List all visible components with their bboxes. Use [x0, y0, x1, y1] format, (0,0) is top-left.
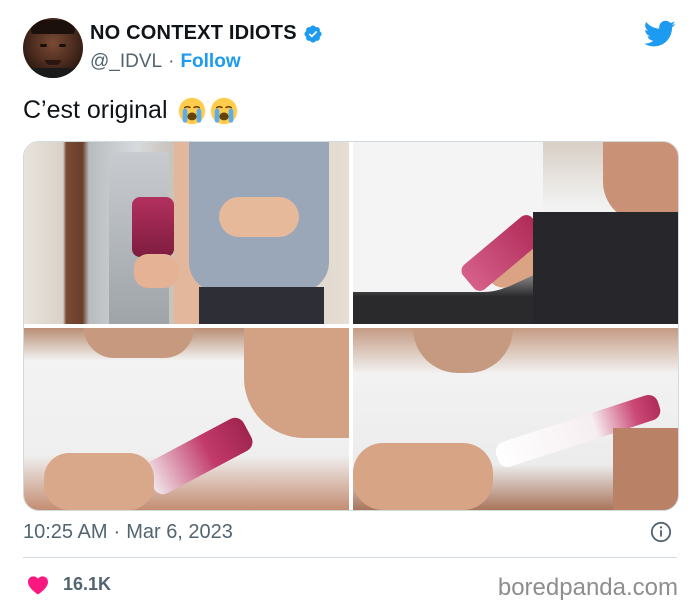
info-icon[interactable] — [650, 521, 672, 543]
handle-separator: · — [168, 51, 175, 72]
photo-arm — [613, 428, 678, 510]
display-name-row: NO CONTEXT IDIOTS — [90, 22, 323, 45]
photo-face — [413, 328, 513, 373]
watermark: boredpanda.com — [497, 574, 678, 601]
follow-button[interactable]: Follow — [180, 51, 240, 73]
avatar-shirt — [23, 68, 83, 78]
handle[interactable]: @_IDVL — [90, 51, 162, 73]
like-action[interactable]: 16.1K — [27, 574, 111, 595]
photo-popsicle — [132, 197, 174, 257]
verified-badge-icon — [304, 24, 322, 43]
avatar-mouth — [45, 60, 61, 65]
twitter-bird-icon[interactable] — [644, 20, 676, 48]
heart-icon[interactable] — [27, 575, 49, 595]
divider — [23, 557, 677, 558]
photo-4[interactable] — [353, 328, 678, 510]
loudly-crying-face-icon — [178, 97, 205, 124]
photo-hand — [353, 443, 493, 510]
photo-shoulder — [244, 328, 349, 438]
display-name[interactable]: NO CONTEXT IDIOTS — [90, 22, 297, 45]
photo-2[interactable] — [353, 142, 678, 324]
avatar[interactable] — [23, 18, 83, 78]
photo-skin — [219, 197, 299, 237]
avatar-eye-left — [40, 44, 47, 47]
avatar-eye-right — [59, 44, 66, 47]
photo-hand — [134, 254, 178, 288]
photo-shorts — [533, 212, 678, 324]
avatar-hair — [31, 20, 75, 34]
like-count: 16.1K — [63, 574, 112, 594]
photo-tattoo-arm — [603, 142, 678, 222]
photo-face — [84, 328, 194, 358]
time-separator: · — [113, 521, 121, 543]
photo-jeans — [199, 287, 324, 324]
tweet-text: C’est original — [23, 96, 168, 124]
timestamp[interactable]: 10:25 AM · Mar 6, 2023 — [23, 521, 233, 544]
photo-1[interactable] — [24, 142, 349, 324]
tweet-date: Mar 6, 2023 — [126, 521, 233, 543]
handle-row: @_IDVL · Follow — [90, 51, 241, 73]
tweet-time: 10:25 AM — [23, 521, 108, 543]
photo-hand — [44, 453, 154, 510]
photo-popsicle — [141, 414, 257, 498]
loudly-crying-face-icon — [210, 97, 237, 124]
tweet-text-row: C’est original — [23, 96, 238, 125]
photo-3[interactable] — [24, 328, 349, 510]
media-grid — [23, 141, 679, 511]
